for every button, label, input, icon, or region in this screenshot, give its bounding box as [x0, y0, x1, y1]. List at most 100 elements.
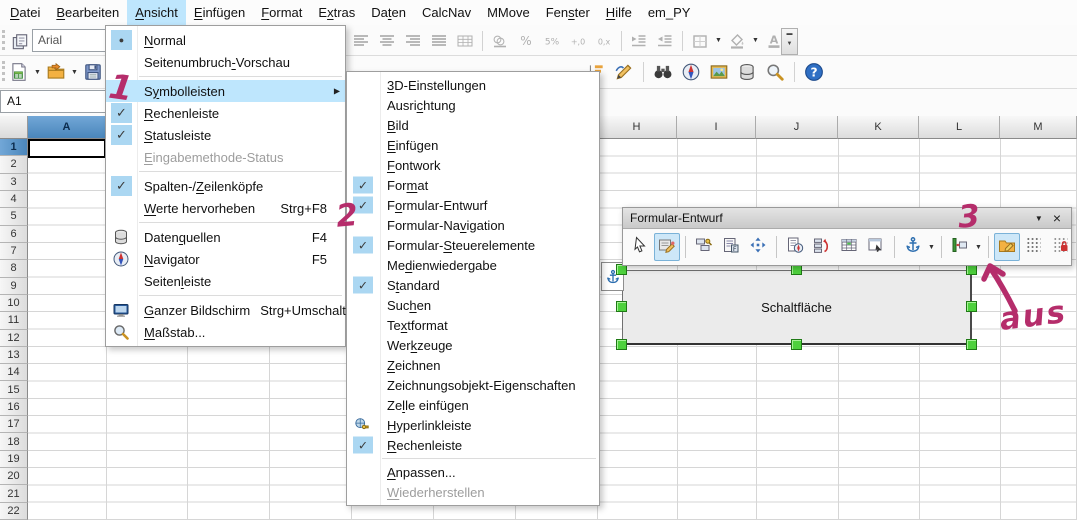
data-sources-button[interactable]: [735, 60, 759, 84]
view-menu-item-eingabemethode-status[interactable]: Eingabemethode-Status: [106, 146, 345, 168]
column-header-a[interactable]: A: [28, 116, 106, 139]
toolbars-submenu-item-ausrichtung[interactable]: Ausrichtung: [347, 95, 599, 115]
menubar-item-em-py[interactable]: em_PY: [640, 0, 699, 25]
row-header-21[interactable]: 21: [0, 485, 28, 502]
toolbars-submenu-item-einfuegen[interactable]: Einfügen: [347, 135, 599, 155]
row-header-5[interactable]: 5: [0, 208, 28, 225]
toolbars-submenu-item-anpassen[interactable]: Anpassen...: [347, 462, 599, 482]
row-header-18[interactable]: 18: [0, 433, 28, 450]
view-menu-item-normal[interactable]: ●Normal: [106, 29, 345, 51]
view-menu-item-werte-hervorheben[interactable]: Werte hervorhebenStrg+F8: [106, 197, 345, 219]
name-box[interactable]: A1: [0, 90, 106, 113]
view-menu-item-symbolleisten[interactable]: Symbolleisten▶: [106, 80, 345, 102]
control-button[interactable]: [691, 233, 717, 261]
menubar-item-einfuegen[interactable]: Einfügen: [186, 0, 253, 25]
form-navigator-button[interactable]: [745, 233, 771, 261]
view-menu-item-rechenleiste[interactable]: ✓Rechenleiste: [106, 102, 345, 124]
menubar-item-datei[interactable]: Datei: [2, 0, 48, 25]
view-menu-item-statusleiste[interactable]: ✓Statusleiste: [106, 124, 345, 146]
snap-to-grid-button[interactable]: [1048, 233, 1074, 261]
toolbar-menu-button[interactable]: ▼: [1028, 214, 1050, 223]
toolbars-submenu-item-zeichnungsobjekt-eigenschaften[interactable]: Zeichnungsobjekt-Eigenschaften: [347, 375, 599, 395]
cell-cursor-a1[interactable]: [28, 139, 106, 158]
row-header-15[interactable]: 15: [0, 381, 28, 398]
menubar-item-calcnav[interactable]: CalcNav: [414, 0, 479, 25]
find-replace-button[interactable]: [651, 60, 675, 84]
toolbars-submenu-item-formular-steuerelemente[interactable]: ✓Formular-Steuerelemente: [347, 235, 599, 255]
row-header-1[interactable]: 1: [0, 139, 28, 156]
toolbars-submenu-item-hyperlinkleiste[interactable]: Hyperlinkleiste: [347, 415, 599, 435]
row-header-12[interactable]: 12: [0, 330, 28, 347]
view-menu-item-navigator[interactable]: NavigatorF5: [106, 248, 345, 270]
row-header-14[interactable]: 14: [0, 364, 28, 381]
display-grid-button[interactable]: [1021, 233, 1047, 261]
view-menu-item-seitenumbruch-vorschau[interactable]: Seitenumbruch-Vorschau: [106, 51, 345, 73]
toolbars-submenu-item-bild[interactable]: Bild: [347, 115, 599, 135]
design-mode-button[interactable]: [654, 233, 680, 261]
select-button[interactable]: [627, 233, 653, 261]
menubar-item-daten[interactable]: Daten: [363, 0, 414, 25]
open-in-design-mode-button[interactable]: [994, 233, 1020, 261]
draw-button[interactable]: [612, 60, 636, 84]
menubar-item-fenster[interactable]: Fenster: [538, 0, 598, 25]
row-header-2[interactable]: 2: [0, 156, 28, 173]
object-alignment-button[interactable]: [947, 233, 973, 261]
save-button[interactable]: [81, 60, 105, 84]
add-field-button[interactable]: [836, 233, 862, 261]
column-header-i[interactable]: I: [677, 116, 756, 139]
row-header-13[interactable]: 13: [0, 347, 28, 364]
column-header-j[interactable]: J: [756, 116, 838, 139]
new-document-button[interactable]: [7, 60, 31, 84]
open-form-window-button[interactable]: [863, 233, 889, 261]
toolbars-submenu-item-werkzeuge[interactable]: Werkzeuge: [347, 335, 599, 355]
row-header-17[interactable]: 17: [0, 416, 28, 433]
gallery-button[interactable]: [707, 60, 731, 84]
help-button[interactable]: ?: [802, 60, 826, 84]
anchor-button[interactable]: [900, 233, 926, 261]
row-header-19[interactable]: 19: [0, 451, 28, 468]
open-dropdown-caret[interactable]: ▼: [70, 69, 79, 76]
open-button[interactable]: [44, 60, 68, 84]
menubar-item-hilfe[interactable]: Hilfe: [598, 0, 640, 25]
selection-handle[interactable]: [966, 339, 977, 350]
styles-panel-icon[interactable]: [8, 30, 32, 54]
column-header-l[interactable]: L: [919, 116, 1000, 139]
zoom-button[interactable]: [763, 60, 787, 84]
row-header-16[interactable]: 16: [0, 399, 28, 416]
view-menu-item-seitenleiste[interactable]: Seitenleiste: [106, 270, 345, 292]
font-name-combobox[interactable]: Arial: [32, 29, 113, 52]
menubar-item-extras[interactable]: Extras: [310, 0, 363, 25]
menubar-item-format[interactable]: Format: [253, 0, 310, 25]
toolbars-submenu-item-3d-einstellungen[interactable]: 3D-Einstellungen: [347, 75, 599, 95]
column-header-k[interactable]: K: [838, 116, 919, 139]
toolbars-submenu-item-formular-entwurf[interactable]: ✓Formular-Entwurf: [347, 195, 599, 215]
form-push-button[interactable]: Schaltfläche: [622, 270, 972, 345]
toolbar-overflow-button[interactable]: ▬▼: [781, 28, 798, 55]
close-icon[interactable]: ×: [1050, 210, 1064, 226]
control-properties-button[interactable]: [782, 233, 808, 261]
row-header-9[interactable]: 9: [0, 278, 28, 295]
row-header-22[interactable]: 22: [0, 503, 28, 520]
menubar-item-mmove[interactable]: MMove: [479, 0, 538, 25]
row-header-20[interactable]: 20: [0, 468, 28, 485]
view-menu-item-spalten-zeilenkoepfe[interactable]: ✓Spalten-/Zeilenköpfe: [106, 175, 345, 197]
row-header-3[interactable]: 3: [0, 174, 28, 191]
row-header-6[interactable]: 6: [0, 226, 28, 243]
toolbars-submenu-item-zeichnen[interactable]: Zeichnen: [347, 355, 599, 375]
view-menu-item-datenquellen[interactable]: DatenquellenF4: [106, 226, 345, 248]
row-header-7[interactable]: 7: [0, 243, 28, 260]
view-menu-item-massstab[interactable]: Maßstab...: [106, 321, 345, 343]
selection-handle[interactable]: [791, 339, 802, 350]
toolbar-grip[interactable]: [2, 61, 5, 81]
row-header-8[interactable]: 8: [0, 260, 28, 277]
navigator-compass-button[interactable]: [679, 60, 703, 84]
toolbar-grip[interactable]: [2, 30, 5, 50]
form-design-floating-toolbar[interactable]: Formular-Entwurf ▼ × F▼▼: [622, 207, 1072, 266]
row-header-4[interactable]: 4: [0, 191, 28, 208]
selection-handle[interactable]: [616, 301, 627, 312]
view-menu-item-ganzer-bildschirm[interactable]: Ganzer BildschirmStrg+Umschalt+J: [106, 299, 345, 321]
row-header-10[interactable]: 10: [0, 295, 28, 312]
toolbars-submenu-item-suchen[interactable]: Suchen: [347, 295, 599, 315]
toolbars-submenu-item-medienwiedergabe[interactable]: Medienwiedergabe: [347, 255, 599, 275]
row-header-11[interactable]: 11: [0, 312, 28, 329]
